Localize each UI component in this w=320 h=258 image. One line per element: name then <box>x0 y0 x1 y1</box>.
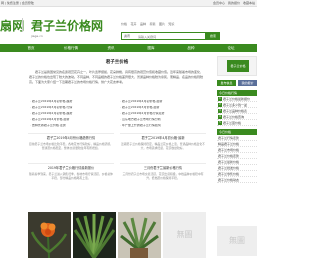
site-title: 君子兰价格网 <box>31 19 104 33</box>
related-link[interactable]: · 君子兰2019年2月价格行情走势 <box>120 112 206 117</box>
sidebar-list-label: 君子兰价格查询 <box>223 115 245 119</box>
hot-keyword[interactable]: 价格 <box>121 22 127 26</box>
related-link[interactable]: · 吉林长春君子兰价格·走势 <box>30 124 116 129</box>
news-card[interactable]: 2019年君子兰价格行情最新报价 随着春季到来，君子兰进入销售旺季，各地市场行情… <box>28 163 114 187</box>
clivia-flower-photo[interactable] <box>28 212 71 258</box>
card-title[interactable]: 三月份君子兰最新价格行情 <box>120 166 206 170</box>
nav-item-gallery[interactable]: 图库 <box>136 44 166 52</box>
news-card[interactable]: 君子兰2019年4月份价格趋势行情 目前君子兰市场价格比较平稳，各地花市行情较好… <box>28 133 114 157</box>
hot-keyword[interactable]: 图片 <box>159 22 165 26</box>
site-subtitle: jiage.cn <box>31 34 43 38</box>
clivia-leaves-photo[interactable] <box>73 212 116 258</box>
card-title[interactable]: 君子兰2019年4月份价格趋势行情 <box>28 136 114 140</box>
news-card[interactable]: 君子兰2019年4月初价格·最新 近期君子兰价格保持稳定，精品兰花价格上涨，普通… <box>120 133 206 157</box>
sidebar-list-label: 君子兰苗价格 <box>223 121 242 125</box>
publish-info-button[interactable]: 发布信息 <box>217 80 236 86</box>
rank-number: 3 <box>218 109 222 113</box>
article-body: 君子兰是我国常见的名贵观赏花卉之一，叶片宽厚挺拔，花朵鲜艳，具有很高的观赏价值和… <box>29 70 204 84</box>
logo-divider <box>22 18 23 32</box>
sidebar-list-item[interactable]: 5 君子兰苗价格 <box>217 120 257 126</box>
photo-gallery: 無圖 <box>28 212 206 258</box>
card-title[interactable]: 君子兰2019年4月初价格·最新 <box>120 136 206 140</box>
sidebar-list-label: 君子兰多少钱一盆 <box>223 103 248 107</box>
related-link[interactable]: · 君子兰2019年3月初价格·行情 <box>30 106 116 111</box>
nav-item-home[interactable]: 首页 <box>16 44 46 52</box>
card-desc: 目前君子兰市场价格比较平稳，各地花市行情较好，精品价格坚挺，普通苗价格稳定，整体… <box>29 142 113 151</box>
sidebar-list-label: 君子兰价格最新报价 <box>223 97 251 101</box>
top-login-links[interactable]: 网 | 免费注册 | 会员登陆 <box>1 1 34 6</box>
nav-item-varieties[interactable]: 品种 <box>176 44 206 52</box>
related-link[interactable]: · 君子兰2019年4月初价格·最新 <box>120 100 206 105</box>
member-center-link[interactable]: 会员中心 <box>213 1 225 5</box>
hot-keyword[interactable]: 花卉 <box>130 22 136 26</box>
search-input[interactable] <box>138 34 204 39</box>
hot-keyword[interactable]: 养殖 <box>149 22 155 26</box>
nav-item-price[interactable]: 价格行情 <box>56 44 86 52</box>
site-logo[interactable]: 扇网 <box>0 19 24 34</box>
search-box: 资讯 <box>121 32 206 40</box>
hot-keywords: 价格 花卉 品种 养殖 图片 知识 <box>121 22 177 27</box>
my-quote-button[interactable]: 我的报价 <box>238 80 257 86</box>
rank-number: 4 <box>218 115 222 119</box>
related-link[interactable]: · 山东地方君子兰市场行情分析 <box>120 118 206 123</box>
sidebar-buttons: 发布信息 我的报价 <box>217 80 257 86</box>
news-card[interactable]: 三月份君子兰最新价格行情 三月份君子兰市场交易活跃，花农出货积极，中档品种价格稳… <box>120 163 206 187</box>
related-link[interactable]: · 君子兰2019年4月价格·最新 <box>30 118 116 123</box>
rank-number: 2 <box>218 103 222 107</box>
article-title: 君子兰价格 <box>105 60 129 65</box>
rank-number: 5 <box>218 121 222 125</box>
related-link[interactable]: · 君子兰2019年2月初价格·趋势 <box>30 112 116 117</box>
sidebar-banner-badge: 君子兰价格 <box>227 60 249 72</box>
nav-item-forum[interactable]: 论坛 <box>216 44 246 52</box>
main-nav: 首页 价格行情 资讯 图库 品种 论坛 <box>0 44 257 52</box>
card-desc: 三月份君子兰市场交易活跃，花农出货积极，中档品种价格稳中有升，低档苗价格保持平稳… <box>122 172 204 181</box>
top-right-links: 会员中心 我的报价 收藏本站 <box>211 1 255 6</box>
related-link[interactable]: · 年产量上升的君子兰行情如何 <box>120 124 206 129</box>
top-bar: 网 | 免费注册 | 会员登陆 会员中心 我的报价 收藏本站 <box>0 0 257 7</box>
card-desc: 随着春季到来，君子兰进入销售旺季，各地市场行情活跃，价格总体平稳，部分精品价格略… <box>29 172 113 181</box>
sidebar-banner[interactable]: 君子兰价格 <box>217 56 257 76</box>
hot-keyword[interactable]: 知识 <box>168 22 174 26</box>
card-title[interactable]: 2019年君子兰价格行情最新报价 <box>28 166 114 170</box>
search-category[interactable]: 资讯 <box>124 34 130 39</box>
sidebar-no-image[interactable]: 無圖 <box>217 226 257 256</box>
nav-item-news[interactable]: 资讯 <box>96 44 126 52</box>
favorite-link[interactable]: 收藏本站 <box>243 1 255 5</box>
hot-keyword[interactable]: 品种 <box>140 22 146 26</box>
rank-number: 1 <box>218 97 222 101</box>
search-button[interactable]: 搜索 <box>206 32 220 40</box>
my-quote-link[interactable]: 我的报价 <box>228 1 240 5</box>
no-image-placeholder[interactable]: 無圖 <box>163 212 206 258</box>
card-desc: 近期君子兰价格保持稳定，精品兰花价格上涨，普通品种价格变化不大，市场需求旺盛，花… <box>121 142 205 151</box>
site-header: 扇网 君子兰价格网 jiage.cn 价格 花卉 品种 养殖 图片 知识 资讯 … <box>0 8 257 40</box>
related-link[interactable]: · 君子兰2019年3月价格·最新 <box>120 106 206 111</box>
sidebar-list-item[interactable]: 君子兰价格动态 <box>217 177 257 183</box>
clivia-potted-photo[interactable] <box>118 212 161 258</box>
sidebar-list-label: 君子兰品种价格表 <box>223 109 248 113</box>
related-link[interactable]: · 君子兰2019年4月初价格·趋势 <box>30 100 116 105</box>
